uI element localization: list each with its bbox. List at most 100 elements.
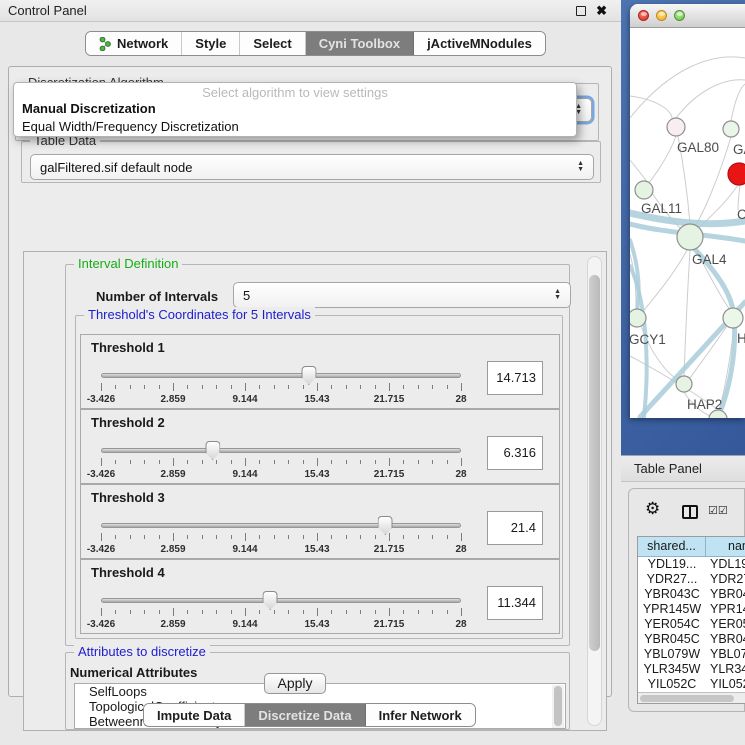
cell-shared-name[interactable]: YDR27... bbox=[638, 572, 706, 587]
tab-style[interactable]: Style bbox=[182, 32, 240, 55]
cell-name[interactable]: YBL079W bbox=[706, 647, 745, 662]
table-row[interactable]: YBR043CYBR043C bbox=[638, 587, 745, 602]
control-panel-title: Control Panel bbox=[8, 3, 87, 18]
network-node[interactable] bbox=[677, 224, 703, 250]
tick-mark bbox=[432, 385, 433, 389]
network-node[interactable] bbox=[723, 308, 743, 328]
cell-name[interactable]: YDR27... bbox=[706, 572, 745, 587]
network-node[interactable] bbox=[676, 376, 692, 392]
tick-mark bbox=[432, 535, 433, 539]
tab-discretize-data[interactable]: Discretize Data bbox=[245, 704, 365, 726]
cell-shared-name[interactable]: YDL19... bbox=[638, 557, 706, 572]
algorithm-placeholder-item[interactable]: Select algorithm to view settings bbox=[14, 83, 576, 100]
tab-select[interactable]: Select bbox=[240, 32, 305, 55]
cell-name[interactable]: YBR045C bbox=[706, 632, 745, 647]
table-row[interactable]: YLR345WYLR345W bbox=[638, 662, 745, 677]
gear-icon[interactable]: ⚙ bbox=[645, 499, 660, 519]
tick-mark bbox=[202, 460, 203, 464]
tab-network[interactable]: Network bbox=[86, 32, 182, 55]
tick-label: 28 bbox=[455, 469, 466, 480]
tick-mark bbox=[375, 535, 376, 539]
cell-name[interactable]: YLR345W bbox=[706, 662, 745, 677]
threshold-slider[interactable]: -3.4262.8599.14415.4321.71528 bbox=[101, 448, 461, 482]
scrollbar-thumb[interactable] bbox=[589, 275, 600, 651]
threshold-slider[interactable]: -3.4262.8599.14415.4321.71528 bbox=[101, 373, 461, 407]
float-window-icon[interactable] bbox=[576, 6, 586, 16]
table-row[interactable]: YBL079WYBL079W bbox=[638, 647, 745, 662]
threshold-value-field[interactable]: 11.344 bbox=[487, 586, 543, 620]
checkboxes-icon[interactable]: ☑☑ bbox=[708, 504, 728, 517]
tick-mark bbox=[274, 385, 275, 389]
column-header-shared[interactable]: shared... bbox=[638, 537, 706, 556]
tick-mark bbox=[231, 460, 232, 464]
network-edge bbox=[630, 160, 647, 182]
column-header-name[interactable]: name bbox=[706, 537, 745, 556]
cell-name[interactable]: YBR043C bbox=[706, 587, 745, 602]
cell-name[interactable]: YDL19... bbox=[706, 557, 745, 572]
cell-name[interactable]: YER054C bbox=[706, 617, 745, 632]
settings-vertical-scrollbar[interactable] bbox=[587, 256, 602, 726]
cell-shared-name[interactable]: YIL052C bbox=[638, 677, 706, 692]
tick-mark bbox=[216, 610, 217, 614]
thresholds-group-title: Threshold's Coordinates for 5 Intervals bbox=[84, 307, 315, 322]
attributes-list-scrollbar[interactable] bbox=[552, 685, 564, 728]
tab-cyni-toolbox[interactable]: Cyni Toolbox bbox=[306, 32, 414, 55]
network-node[interactable] bbox=[723, 121, 739, 137]
network-view-window[interactable]: GAL80GACGAL11GAL4GCY1HHAP2 bbox=[630, 4, 745, 418]
threshold-slider[interactable]: -3.4262.8599.14415.4321.71528 bbox=[101, 598, 461, 632]
threshold-value-field[interactable]: 21.4 bbox=[487, 511, 543, 545]
table-row[interactable]: YPR145WYPR145W bbox=[638, 602, 745, 617]
cell-shared-name[interactable]: YPR145W bbox=[638, 602, 706, 617]
slider-track[interactable] bbox=[101, 598, 461, 603]
cell-name[interactable]: YPR145W bbox=[706, 602, 745, 617]
tab-jactivemnodules[interactable]: jActiveMNodules bbox=[414, 32, 545, 55]
cell-shared-name[interactable]: YBR043C bbox=[638, 587, 706, 602]
slider-track[interactable] bbox=[101, 448, 461, 453]
algorithm-option-equal-width[interactable]: Equal Width/Frequency Discretization bbox=[14, 118, 576, 136]
tick-mark bbox=[187, 385, 188, 389]
network-canvas[interactable]: GAL80GACGAL11GAL4GCY1HHAP2 bbox=[630, 28, 745, 418]
network-node[interactable] bbox=[728, 163, 745, 185]
network-node[interactable] bbox=[667, 118, 685, 136]
threshold-value-field[interactable]: 14.713 bbox=[487, 361, 543, 395]
table-row[interactable]: YIL052CYIL052C bbox=[638, 677, 745, 692]
tick-mark bbox=[101, 608, 102, 616]
cell-shared-name[interactable]: YLR345W bbox=[638, 662, 706, 677]
tick-label: -3.426 bbox=[87, 394, 115, 405]
threshold-box-3: Threshold 3-3.4262.8599.14415.4321.71528… bbox=[80, 484, 560, 559]
table-row[interactable]: YER054CYER054C bbox=[638, 617, 745, 632]
cell-shared-name[interactable]: YBL079W bbox=[638, 647, 706, 662]
table-horizontal-scrollbar[interactable] bbox=[638, 692, 745, 703]
close-traffic-light-icon[interactable] bbox=[638, 10, 649, 21]
network-node[interactable] bbox=[635, 181, 653, 199]
algorithm-option-manual[interactable]: Manual Discretization bbox=[14, 100, 576, 118]
scrollbar-thumb[interactable] bbox=[640, 695, 734, 702]
tab-impute-data[interactable]: Impute Data bbox=[144, 704, 245, 726]
table-row[interactable]: YDR27...YDR27... bbox=[638, 572, 745, 587]
cell-name[interactable]: YIL052C bbox=[706, 677, 745, 692]
threshold-slider[interactable]: -3.4262.8599.14415.4321.71528 bbox=[101, 523, 461, 557]
network-node[interactable] bbox=[630, 309, 646, 327]
tick-mark bbox=[202, 535, 203, 539]
tick-mark bbox=[245, 608, 246, 616]
threshold-value-field[interactable]: 6.316 bbox=[487, 436, 543, 470]
tick-mark bbox=[461, 383, 462, 391]
slider-track[interactable] bbox=[101, 373, 461, 378]
zoom-traffic-light-icon[interactable] bbox=[674, 10, 685, 21]
minimize-traffic-light-icon[interactable] bbox=[656, 10, 667, 21]
apply-button[interactable]: Apply bbox=[264, 673, 326, 694]
tab-infer-network[interactable]: Infer Network bbox=[366, 704, 475, 726]
tick-mark bbox=[447, 535, 448, 539]
table-data-combobox[interactable]: galFiltered.sif default node ▲▼ bbox=[30, 154, 594, 180]
close-icon[interactable]: ✖ bbox=[596, 3, 607, 19]
cell-shared-name[interactable]: YBR045C bbox=[638, 632, 706, 647]
table-row[interactable]: YDL19...YDL19... bbox=[638, 557, 745, 572]
cell-shared-name[interactable]: YER054C bbox=[638, 617, 706, 632]
scrollbar-thumb[interactable] bbox=[554, 686, 562, 726]
tab-style-label: Style bbox=[195, 36, 226, 51]
columns-icon[interactable] bbox=[682, 505, 698, 519]
slider-track[interactable] bbox=[101, 523, 461, 528]
table-row[interactable]: YBR045CYBR045C bbox=[638, 632, 745, 647]
number-of-intervals-combobox[interactable]: 5 ▲▼ bbox=[233, 282, 571, 308]
network-window-titlebar[interactable] bbox=[630, 4, 745, 28]
